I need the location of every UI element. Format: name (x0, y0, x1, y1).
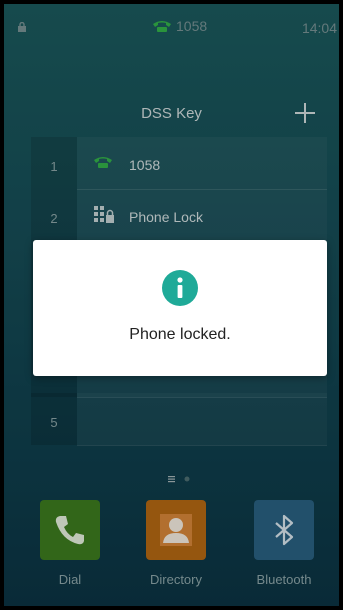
phone-locked-dialog[interactable]: Phone locked. (33, 240, 327, 376)
dialog-message: Phone locked. (129, 326, 231, 343)
info-icon (162, 270, 198, 306)
phone-screen: 1058 14:04 DSS Key 1 1058 2 Phone Lock 5… (4, 4, 339, 606)
